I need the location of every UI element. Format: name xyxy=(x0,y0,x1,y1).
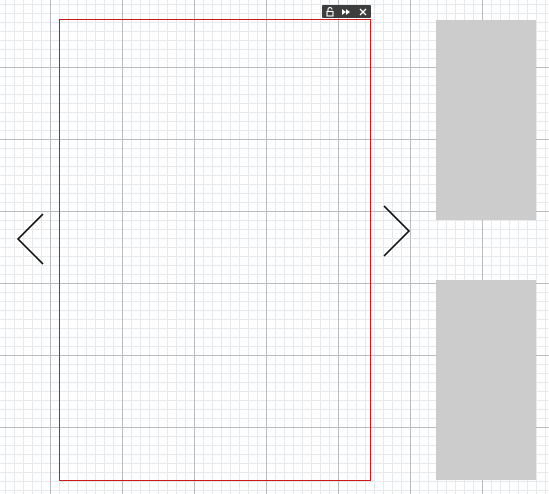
page-frame[interactable] xyxy=(59,19,371,481)
close-button[interactable] xyxy=(356,5,370,18)
chevron-right-icon xyxy=(383,205,411,257)
chevron-left-icon xyxy=(16,213,44,265)
thumbnail-2[interactable] xyxy=(436,280,536,480)
thumbnail-1[interactable] xyxy=(436,20,536,220)
fast-forward-button[interactable] xyxy=(339,5,353,18)
lock-icon xyxy=(326,6,334,17)
lock-button[interactable] xyxy=(323,5,337,18)
fast-forward-icon xyxy=(342,8,351,15)
grid-canvas[interactable] xyxy=(0,0,549,494)
previous-page-button[interactable] xyxy=(14,212,48,266)
frame-toolbar xyxy=(322,5,371,18)
next-page-button[interactable] xyxy=(380,204,414,258)
close-icon xyxy=(359,8,367,15)
